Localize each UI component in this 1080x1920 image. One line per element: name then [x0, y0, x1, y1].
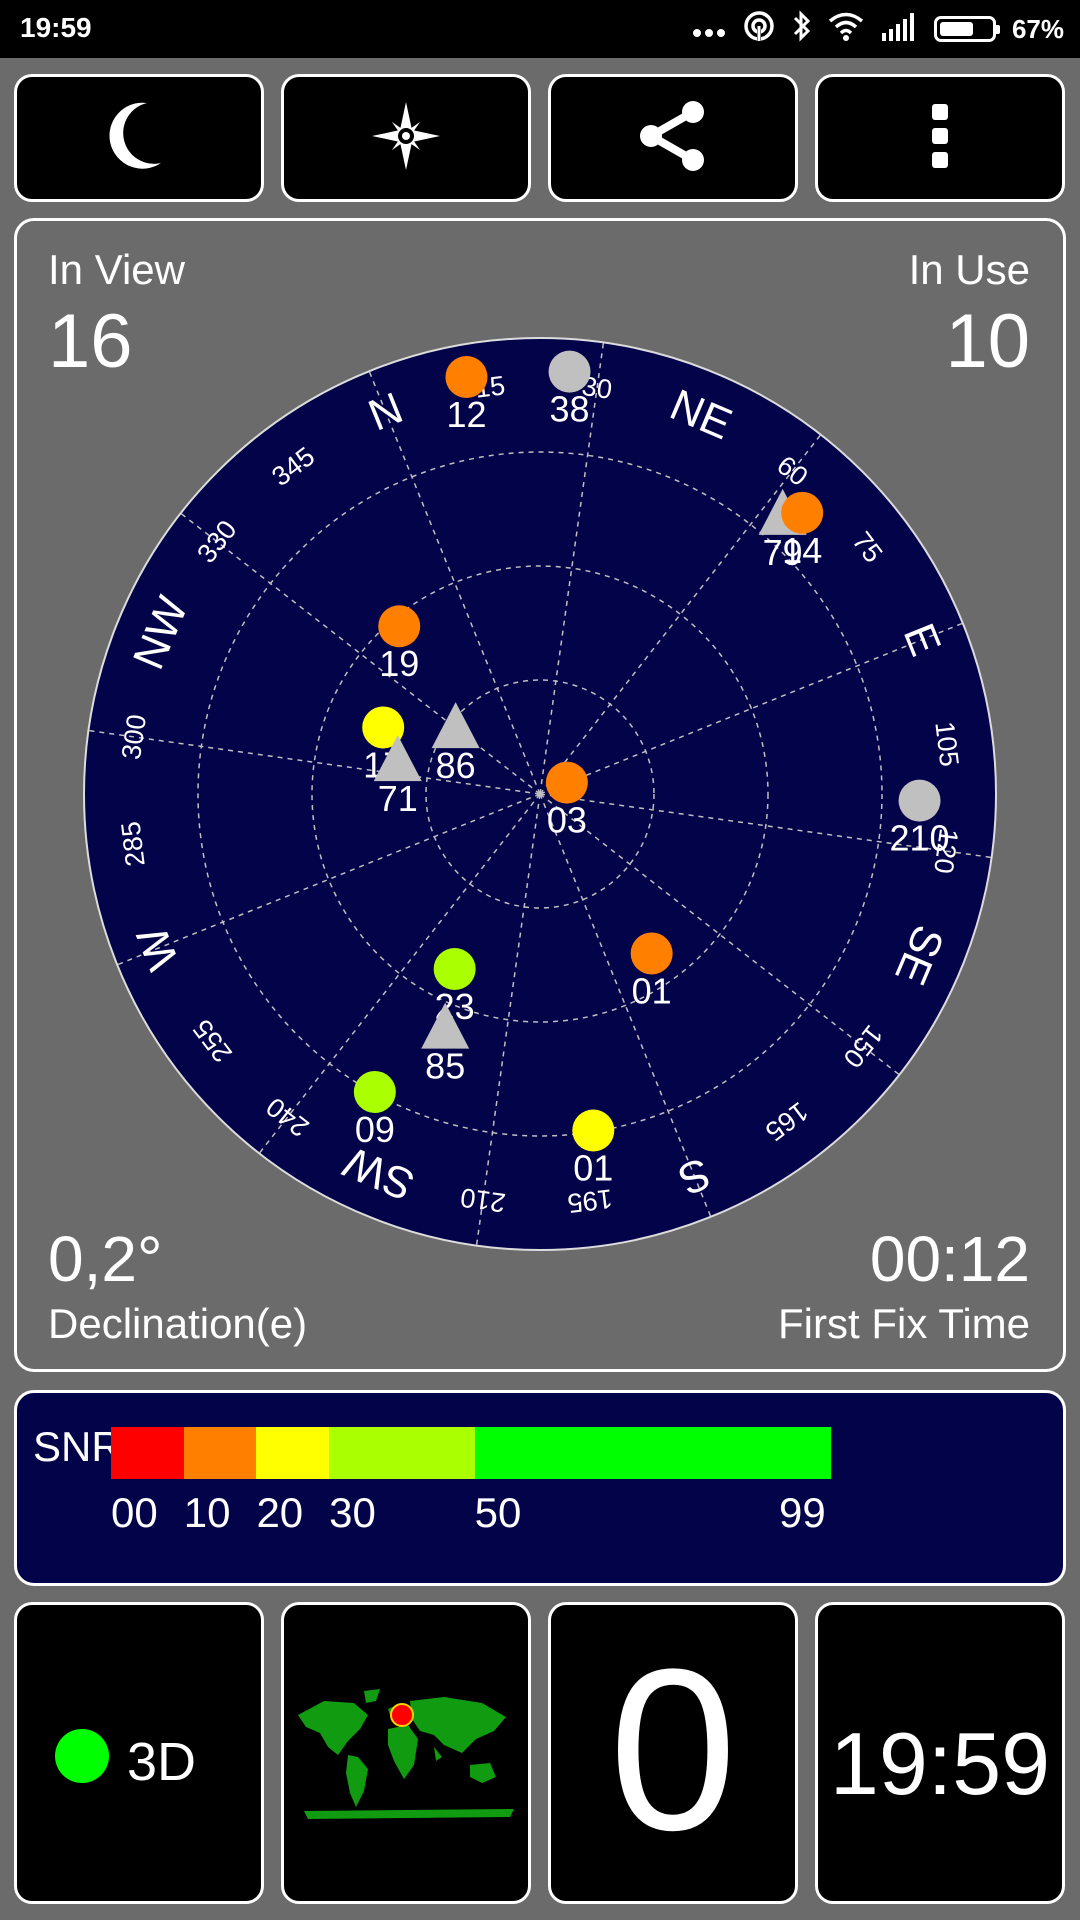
- satellite-id: 14: [782, 530, 822, 571]
- in-view-label: In View: [48, 246, 185, 293]
- night-mode-button[interactable]: [14, 74, 264, 202]
- satellite-marker: [378, 605, 421, 648]
- fix-indicator-icon: [55, 1729, 109, 1783]
- status-time: 19:59: [20, 12, 92, 43]
- bluetooth-icon: [792, 9, 812, 50]
- landmass: [364, 1689, 380, 1703]
- satellite-id: 01: [573, 1147, 613, 1188]
- speed-tile[interactable]: 0: [548, 1602, 798, 1904]
- landmass: [304, 1809, 514, 1819]
- clock-tile[interactable]: 19:59: [815, 1602, 1065, 1904]
- satellite-id: 210: [890, 818, 950, 859]
- declination-value: 0,2°: [48, 1223, 163, 1295]
- degree-label: 285: [115, 820, 150, 868]
- share-icon: [637, 100, 709, 177]
- satellite-marker: [433, 947, 476, 990]
- landmass: [470, 1763, 496, 1783]
- satellite-id: 01: [632, 970, 672, 1011]
- moon-icon: [109, 101, 169, 176]
- landmass: [346, 1755, 368, 1807]
- location-marker-icon: [390, 1703, 414, 1727]
- world-map-icon: [298, 1689, 514, 1819]
- landmass: [298, 1701, 368, 1755]
- fix-mode: 3D: [127, 1732, 197, 1792]
- first-fix-value: 00:12: [869, 1223, 1030, 1295]
- landmass: [410, 1697, 506, 1753]
- menu-button[interactable]: [815, 74, 1065, 202]
- status-bar: 19:59 67%: [0, 0, 1080, 58]
- share-button[interactable]: [548, 74, 798, 202]
- satellite-id: 38: [550, 389, 590, 430]
- satellite-marker: [445, 356, 488, 399]
- satellite-id: 71: [378, 778, 418, 819]
- sky-plot: N NEESESSWWNW15 30607510512015016519521024…: [83, 337, 997, 1251]
- satellite-marker: [353, 1070, 396, 1113]
- satellite-id: 12: [446, 394, 486, 435]
- satellite-id: 03: [547, 800, 587, 841]
- battery-icon: [933, 16, 1000, 42]
- in-use-label: In Use: [908, 246, 1030, 293]
- fix-status-tile[interactable]: 3D: [14, 1602, 264, 1904]
- snr-color-segment: [256, 1427, 330, 1479]
- more-dots-icon: [692, 13, 726, 45]
- degree-label: 300: [116, 713, 152, 762]
- clock-value: 19:59: [829, 1714, 1051, 1813]
- snr-title: SNR: [33, 1423, 122, 1470]
- satellite-marker: [548, 350, 591, 393]
- snr-tick-label: 50: [474, 1489, 522, 1536]
- speed-value: 0: [609, 1621, 737, 1878]
- battery-percent: 67%: [1011, 13, 1064, 44]
- snr-tick-label: 30: [329, 1489, 376, 1536]
- satellite-marker: [545, 761, 588, 804]
- landmass: [434, 1747, 442, 1761]
- satellite-id: 19: [379, 643, 419, 684]
- landmass: [388, 1725, 418, 1779]
- snr-tick-label: 00: [111, 1489, 158, 1536]
- snr-tick-label: 10: [183, 1489, 231, 1536]
- degree-label: 195: [566, 1183, 614, 1218]
- degree-label: 105: [929, 720, 964, 768]
- more-vertical-icon: [930, 103, 950, 173]
- snr-color-segment: [183, 1427, 257, 1479]
- snr-tick-label: 99: [779, 1489, 826, 1536]
- satellite-marker: [630, 932, 673, 975]
- satellite-id: 09: [355, 1109, 395, 1150]
- world-map-tile[interactable]: [281, 1602, 531, 1904]
- wifi-icon: [828, 11, 864, 48]
- snr-color-segment: [329, 1427, 475, 1479]
- compass-star-icon: [370, 100, 442, 177]
- compass-button[interactable]: [281, 74, 531, 202]
- degree-label: 210: [459, 1182, 508, 1218]
- signal-icon: [880, 11, 918, 48]
- satellite-marker: [572, 1109, 615, 1152]
- satellite-marker: [781, 491, 824, 534]
- snr-legend: SNR 00 10 20 30 50 99: [14, 1390, 1066, 1586]
- snr-color-segment: [474, 1427, 831, 1479]
- hotspot-icon: [742, 9, 776, 50]
- first-fix-label: First Fix Time: [778, 1300, 1030, 1347]
- snr-color-segment: [111, 1427, 184, 1479]
- satellite-id: 86: [436, 745, 476, 786]
- snr-tick-label: 20: [256, 1489, 304, 1536]
- declination-label: Declination(e): [48, 1300, 308, 1347]
- satellite-marker: [898, 779, 941, 822]
- satellite-id: 85: [425, 1046, 465, 1087]
